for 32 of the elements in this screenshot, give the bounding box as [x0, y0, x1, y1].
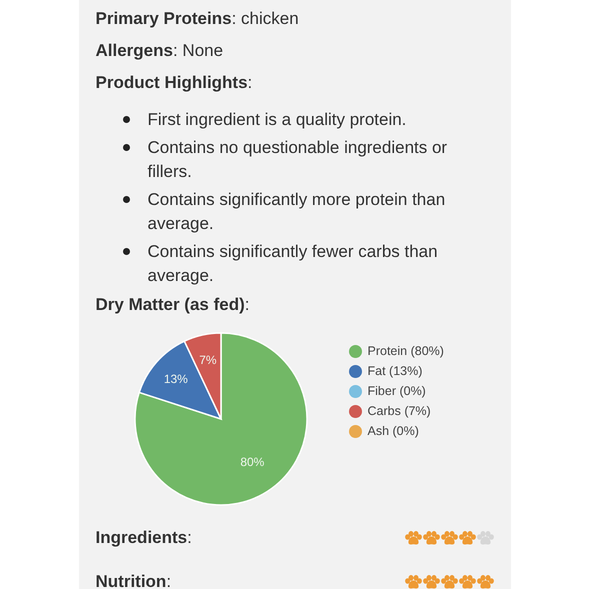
paw-icon [440, 531, 458, 545]
highlight-text: First ingredient is a quality protein. [148, 109, 408, 131]
rating-label: Ingredients: [96, 528, 192, 547]
slice-label: 80% [240, 455, 264, 470]
paw-icon [458, 575, 476, 589]
bullet-icon [122, 116, 130, 123]
legend-label: Carbs (7%) [368, 404, 431, 419]
section-heading: Dry Matter (as fed): [96, 295, 250, 314]
bullet-icon [122, 144, 130, 151]
legend-label: Ash (0%) [368, 424, 419, 439]
paw-icon [404, 575, 422, 589]
paw-icon [476, 531, 494, 545]
slice-label: 13% [163, 372, 188, 386]
paw-icon [440, 575, 458, 589]
rating-label: Nutrition: [96, 572, 172, 589]
detail-text: Allergens: None [96, 41, 224, 60]
highlight-text: Contains significantly fewer carbs than average. [148, 241, 439, 287]
paw-icon [422, 575, 440, 589]
highlight-text: Contains no questionable ingredients or fillers. [148, 137, 448, 183]
bullet-icon [122, 196, 130, 203]
paw-icon [458, 531, 476, 545]
legend-label: Protein (80%) [368, 344, 444, 359]
paw-icon [476, 575, 494, 589]
legend-label: Fiber (0%) [368, 384, 426, 399]
paw-icon [422, 531, 440, 545]
highlight-text: Contains significantly more protein than average. [148, 189, 446, 235]
section-heading: Product Highlights: [96, 73, 252, 92]
legend-label: Fat (13%) [368, 364, 422, 379]
paw-icon [404, 531, 422, 545]
detail-text: Primary Proteins: chicken [96, 9, 299, 28]
slice-label: 7% [198, 353, 216, 368]
bullet-icon [122, 248, 130, 255]
